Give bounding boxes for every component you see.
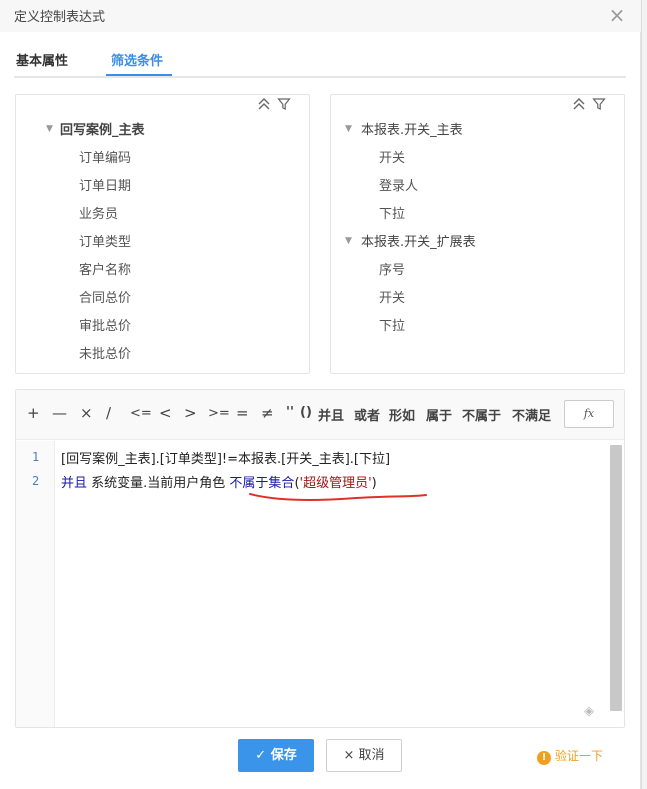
- op-like-button[interactable]: 形如: [389, 405, 415, 424]
- tab-basic-properties[interactable]: 基本属性: [16, 50, 68, 69]
- verify-link[interactable]: ! 验证一下: [537, 747, 603, 765]
- tree-item[interactable]: 业务员: [79, 203, 118, 222]
- op-gt-button[interactable]: >: [184, 404, 197, 422]
- tree-item[interactable]: 订单日期: [79, 175, 131, 194]
- op-multiply-button[interactable]: ×: [80, 404, 93, 422]
- active-tab-indicator: [106, 74, 172, 76]
- op-not-satisfy-button[interactable]: 不满足: [512, 405, 551, 424]
- code-variable: 系统变量.当前用户角色: [87, 476, 230, 491]
- code-keyword: 并且: [61, 476, 88, 491]
- source-field-tree: ▼ 回写案例_主表 订单编码 订单日期 业务员 订单类型 客户名称 合同总价 审…: [15, 94, 310, 374]
- tree-item[interactable]: 序号: [379, 259, 405, 278]
- op-not-in-button[interactable]: 不属于: [462, 405, 501, 424]
- cancel-label: 取消: [358, 748, 385, 763]
- filter-icon[interactable]: [592, 97, 606, 113]
- expand-arrow-icon[interactable]: ▼: [345, 236, 352, 246]
- tree-item[interactable]: 客户名称: [79, 259, 131, 278]
- op-or-button[interactable]: 或者: [354, 405, 380, 424]
- red-annotation-underline: [249, 493, 427, 501]
- close-icon: ×: [343, 748, 355, 763]
- tree-item[interactable]: 开关: [379, 287, 405, 306]
- tree-item[interactable]: 合同总价: [79, 287, 131, 306]
- line-number: 1: [32, 450, 40, 464]
- tree-item[interactable]: 订单编码: [79, 147, 131, 166]
- op-plus-button[interactable]: +: [27, 404, 40, 422]
- background-strip: [641, 0, 647, 789]
- tree-item[interactable]: 审批总价: [79, 315, 131, 334]
- editor-scrollbar[interactable]: [610, 445, 622, 711]
- code-line-1: [回写案例_主表].[订单类型]!=本报表.[开关_主表].[下拉]: [61, 452, 391, 467]
- dialog-title-bar: 定义控制表达式 ×: [0, 0, 641, 32]
- op-equals-button[interactable]: =: [236, 404, 249, 422]
- op-and-button[interactable]: 并且: [318, 405, 344, 424]
- expression-dialog: 定义控制表达式 × 基本属性 筛选条件 ▼ 回写案例_主表 订单编码 订单日期 …: [0, 0, 641, 789]
- expression-editor: + — × ∕ <= < > >= = ≠ '' () 并且 或者 形如 属于 …: [15, 389, 625, 728]
- collapse-all-icon[interactable]: [257, 97, 271, 113]
- op-not-equal-button[interactable]: ≠: [261, 404, 274, 422]
- line-number: 2: [32, 474, 40, 488]
- op-minus-button[interactable]: —: [52, 404, 67, 422]
- cancel-button[interactable]: × 取消: [326, 739, 402, 772]
- op-lte-button[interactable]: <=: [130, 406, 152, 421]
- op-gte-button[interactable]: >=: [208, 406, 230, 421]
- operator-toolbar: + — × ∕ <= < > >= = ≠ '' () 并且 或者 形如 属于 …: [16, 390, 624, 440]
- tree-group-main-switch[interactable]: 本报表.开关_主表: [361, 119, 463, 138]
- collapse-all-icon[interactable]: [572, 97, 586, 113]
- tab-bar: 基本属性 筛选条件: [14, 44, 626, 78]
- expand-arrow-icon[interactable]: ▼: [46, 124, 53, 134]
- expand-arrow-icon[interactable]: ▼: [345, 124, 352, 134]
- left-tree-tools: [257, 97, 291, 113]
- tree-group-ext-switch[interactable]: 本报表.开关_扩展表: [361, 231, 476, 250]
- save-label: 保存: [270, 748, 297, 763]
- save-button[interactable]: ✓ 保存: [238, 739, 314, 772]
- verify-label: 验证一下: [555, 749, 604, 763]
- check-icon: ✓: [255, 748, 267, 763]
- function-button[interactable]: fx: [564, 400, 614, 428]
- tab-filter-conditions[interactable]: 筛选条件: [111, 50, 163, 69]
- warning-icon: !: [537, 751, 551, 765]
- resize-handle-icon[interactable]: ◈: [584, 704, 594, 719]
- op-quotes-button[interactable]: '': [286, 405, 294, 420]
- tree-item[interactable]: 下拉: [379, 203, 405, 222]
- close-icon[interactable]: ×: [606, 4, 628, 26]
- filter-icon[interactable]: [277, 97, 291, 113]
- report-field-tree: ▼ 本报表.开关_主表 开关 登录人 下拉 ▼ 本报表.开关_扩展表 序号 开关…: [330, 94, 625, 374]
- tree-item[interactable]: 未批总价: [79, 343, 131, 362]
- op-lt-button[interactable]: <: [159, 404, 172, 422]
- op-in-button[interactable]: 属于: [426, 405, 452, 424]
- op-divide-button[interactable]: ∕: [106, 404, 111, 422]
- dialog-title: 定义控制表达式: [14, 10, 106, 25]
- tree-item[interactable]: 下拉: [379, 315, 405, 334]
- tree-item[interactable]: 开关: [379, 147, 405, 166]
- right-tree-tools: [572, 97, 606, 113]
- tree-item[interactable]: 订单类型: [79, 231, 131, 250]
- code-text-area[interactable]: [回写案例_主表].[订单类型]!=本报表.[开关_主表].[下拉] 并且 系统…: [55, 441, 610, 727]
- line-number-gutter: 1 2: [16, 441, 55, 727]
- op-parens-button[interactable]: (): [300, 405, 312, 420]
- tree-group-main[interactable]: 回写案例_主表: [60, 119, 145, 138]
- tree-item[interactable]: 登录人: [379, 175, 418, 194]
